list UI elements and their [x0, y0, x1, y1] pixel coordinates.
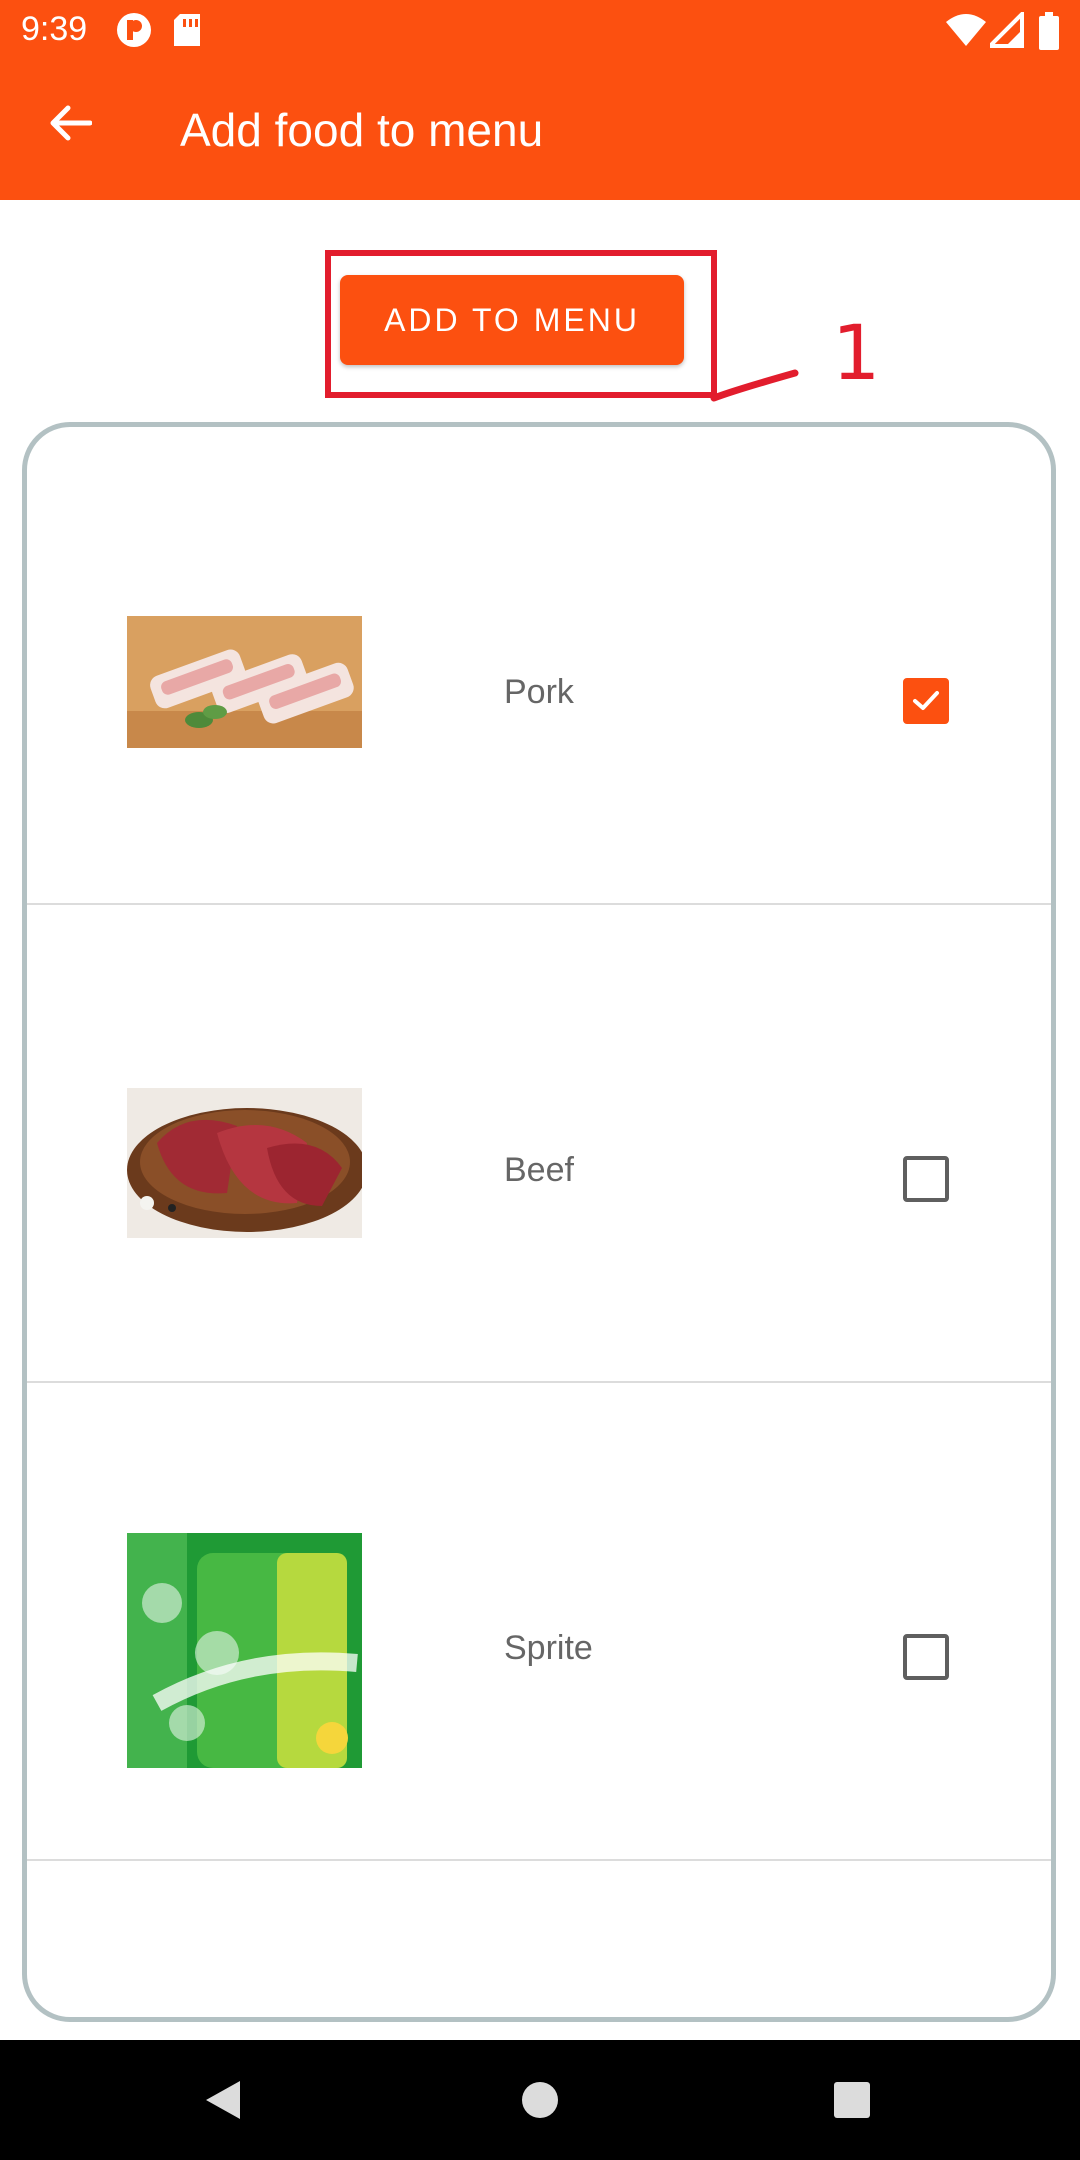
food-name: Sprite: [504, 1629, 593, 1667]
back-button[interactable]: [38, 93, 102, 157]
app-bar: Add food to menu: [0, 63, 1080, 200]
status-time: 9:39: [21, 10, 88, 48]
food-checkbox[interactable]: [903, 678, 949, 724]
pork-image: [127, 616, 362, 766]
food-checkbox[interactable]: [903, 1634, 949, 1680]
battery-icon: [1038, 12, 1060, 55]
food-row-pork[interactable]: Pork: [27, 427, 1051, 905]
food-name: Beef: [504, 1151, 574, 1189]
navigation-bar: [0, 2040, 1080, 2160]
food-row-beef[interactable]: Beef: [27, 905, 1051, 1383]
wifi-icon: [946, 12, 986, 53]
food-name: Pork: [504, 673, 574, 711]
app-notification-icon: [116, 12, 152, 53]
annotation-box-1: [325, 250, 717, 398]
food-list: Pork Beef Sprite: [22, 422, 1056, 2022]
sd-card-icon: [172, 12, 202, 53]
sprite-image: [127, 1533, 362, 1768]
status-bar: 9:39: [0, 0, 1080, 63]
beef-image: [127, 1088, 367, 1238]
back-triangle-icon[interactable]: [188, 2064, 260, 2136]
page-title: Add food to menu: [180, 104, 544, 156]
checkmark-icon: [913, 691, 939, 710]
recents-square-icon[interactable]: [816, 2064, 888, 2136]
food-checkbox[interactable]: [903, 1156, 949, 1202]
food-row-sprite[interactable]: Sprite: [27, 1383, 1051, 1861]
cell-signal-icon: [985, 9, 1024, 53]
annotation-label-1: 1: [832, 308, 881, 397]
arrow-left-icon: [48, 105, 93, 146]
home-circle-icon[interactable]: [504, 2064, 576, 2136]
